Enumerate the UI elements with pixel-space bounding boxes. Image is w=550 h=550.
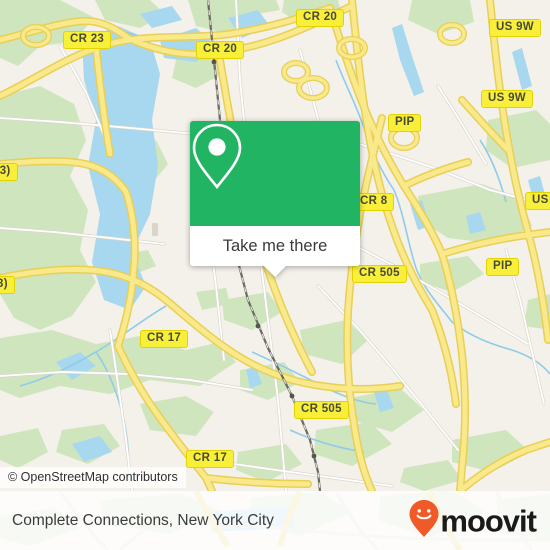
- road-shield: CR 20: [196, 41, 245, 59]
- moovit-wordmark: moovit: [440, 503, 537, 538]
- road-shield: 53): [0, 163, 18, 181]
- road-shield: PIP: [486, 258, 520, 276]
- road-shield: 3): [0, 276, 15, 294]
- road-shield: CR 17: [186, 450, 235, 468]
- moovit-place-card: CR 23 CR 20 CR 20 US 9W US 9W 53) 3) PIP…: [0, 0, 550, 550]
- popup-action-bar[interactable]: Take me there: [190, 226, 360, 277]
- take-me-there-label: Take me there: [222, 236, 328, 255]
- road-shield: CR 23: [63, 31, 112, 49]
- popup-image-area: [190, 121, 360, 226]
- place-title: Complete Connections, New York City: [12, 511, 274, 529]
- road-shield: US 9W: [481, 90, 533, 108]
- map-canvas[interactable]: CR 23 CR 20 CR 20 US 9W US 9W 53) 3) PIP…: [0, 0, 550, 491]
- moovit-logo[interactable]: moovit: [409, 499, 537, 542]
- road-shield: CR 20: [296, 9, 345, 27]
- place-popup-card[interactable]: Take me there: [190, 121, 360, 277]
- road-shield: PIP: [388, 114, 422, 132]
- moovit-smiley-pin-icon: [409, 499, 439, 542]
- road-shield: CR 505: [294, 401, 349, 419]
- road-shield: CR 17: [140, 330, 189, 348]
- road-shield: US 9: [525, 192, 550, 210]
- road-shield: US 9W: [489, 19, 541, 37]
- popup-pointer-tail: [264, 266, 286, 277]
- osm-attribution[interactable]: © OpenStreetMap contributors: [0, 467, 186, 488]
- bottom-info-bar: Complete Connections, New York City moov…: [0, 491, 550, 550]
- road-shield: CR 505: [352, 265, 407, 283]
